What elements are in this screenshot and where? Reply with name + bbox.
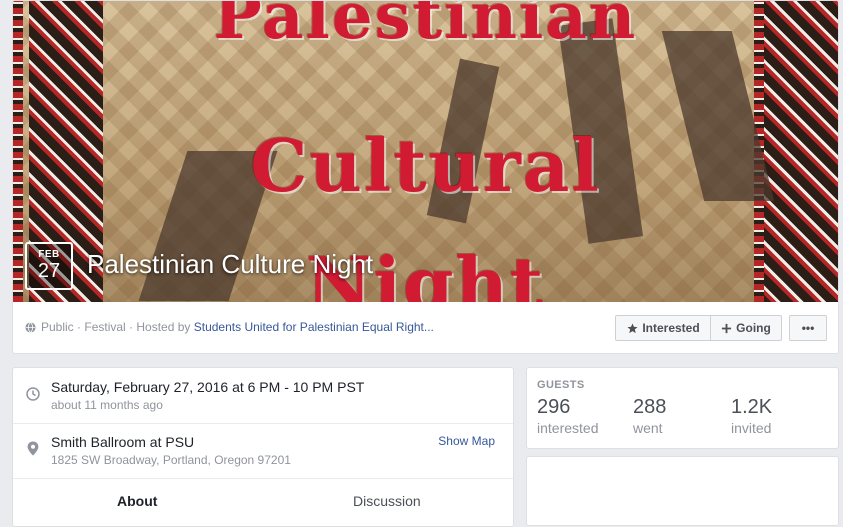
guest-label: went: [633, 420, 663, 436]
date-badge: FEB 27: [25, 242, 73, 290]
meta-separator: ·: [125, 320, 137, 334]
clock-icon: [26, 387, 40, 401]
guest-count: 1.2K: [731, 396, 773, 418]
event-datetime: Saturday, February 27, 2016 at 6 PM - 10…: [51, 379, 365, 395]
privacy-label: Public: [41, 320, 74, 334]
event-header-card: Palestinian Cultural Night FEB 27 Palest…: [12, 0, 839, 354]
event-relative-time: about 11 months ago: [51, 398, 163, 412]
cover-art-word: Palestinian: [213, 1, 638, 54]
event-time-row[interactable]: Saturday, February 27, 2016 at 6 PM - 10…: [13, 368, 513, 424]
interested-label: Interested: [642, 321, 700, 335]
plus-icon: [722, 323, 732, 333]
event-title: Palestinian Culture Night: [87, 249, 374, 279]
tab-about[interactable]: About: [117, 493, 157, 509]
tab-discussion[interactable]: Discussion: [353, 493, 421, 509]
guest-count: 288: [633, 396, 667, 418]
event-address: 1825 SW Broadway, Portland, Oregon 97201: [51, 453, 291, 467]
show-map-link[interactable]: Show Map: [438, 434, 495, 448]
guest-label: invited: [731, 420, 772, 436]
guests-card: GUESTS 296 interested 288 went 1.2K invi…: [526, 367, 839, 449]
guest-count: 296: [537, 396, 571, 418]
guest-stat-went[interactable]: 288 went: [633, 396, 666, 436]
location-pin-icon: [27, 441, 39, 456]
guest-label: interested: [537, 420, 599, 436]
guest-stat-interested[interactable]: 296 interested: [537, 396, 598, 436]
date-month: FEB: [38, 249, 60, 260]
cover-art-word: Cultural: [250, 123, 601, 208]
going-button[interactable]: Going: [710, 315, 782, 341]
more-options-button[interactable]: •••: [789, 315, 827, 341]
date-day: 27: [37, 260, 61, 282]
meta-separator: ·: [73, 320, 85, 334]
category-label: Festival: [84, 320, 126, 334]
hosted-by-prefix: Hosted by: [136, 320, 191, 334]
globe-icon: [25, 321, 36, 333]
host-link[interactable]: Students United for Palestinian Equal Ri…: [194, 320, 434, 334]
event-venue: Smith Ballroom at PSU: [51, 434, 195, 450]
guests-title: GUESTS: [537, 379, 585, 391]
guest-stat-invited[interactable]: 1.2K invited: [731, 396, 772, 436]
event-meta-row: Public · Festival · Hosted by Students U…: [25, 320, 434, 334]
going-label: Going: [736, 321, 771, 335]
more-icon: •••: [801, 321, 815, 335]
event-location-row[interactable]: Smith Ballroom at PSU 1825 SW Broadway, …: [13, 423, 513, 479]
interested-button[interactable]: Interested: [615, 315, 711, 341]
cover-photo[interactable]: Palestinian Cultural Night FEB 27 Palest…: [13, 1, 838, 302]
right-panel-card: [526, 456, 839, 526]
star-icon: [627, 322, 638, 333]
event-details-card: Saturday, February 27, 2016 at 6 PM - 10…: [12, 367, 514, 527]
